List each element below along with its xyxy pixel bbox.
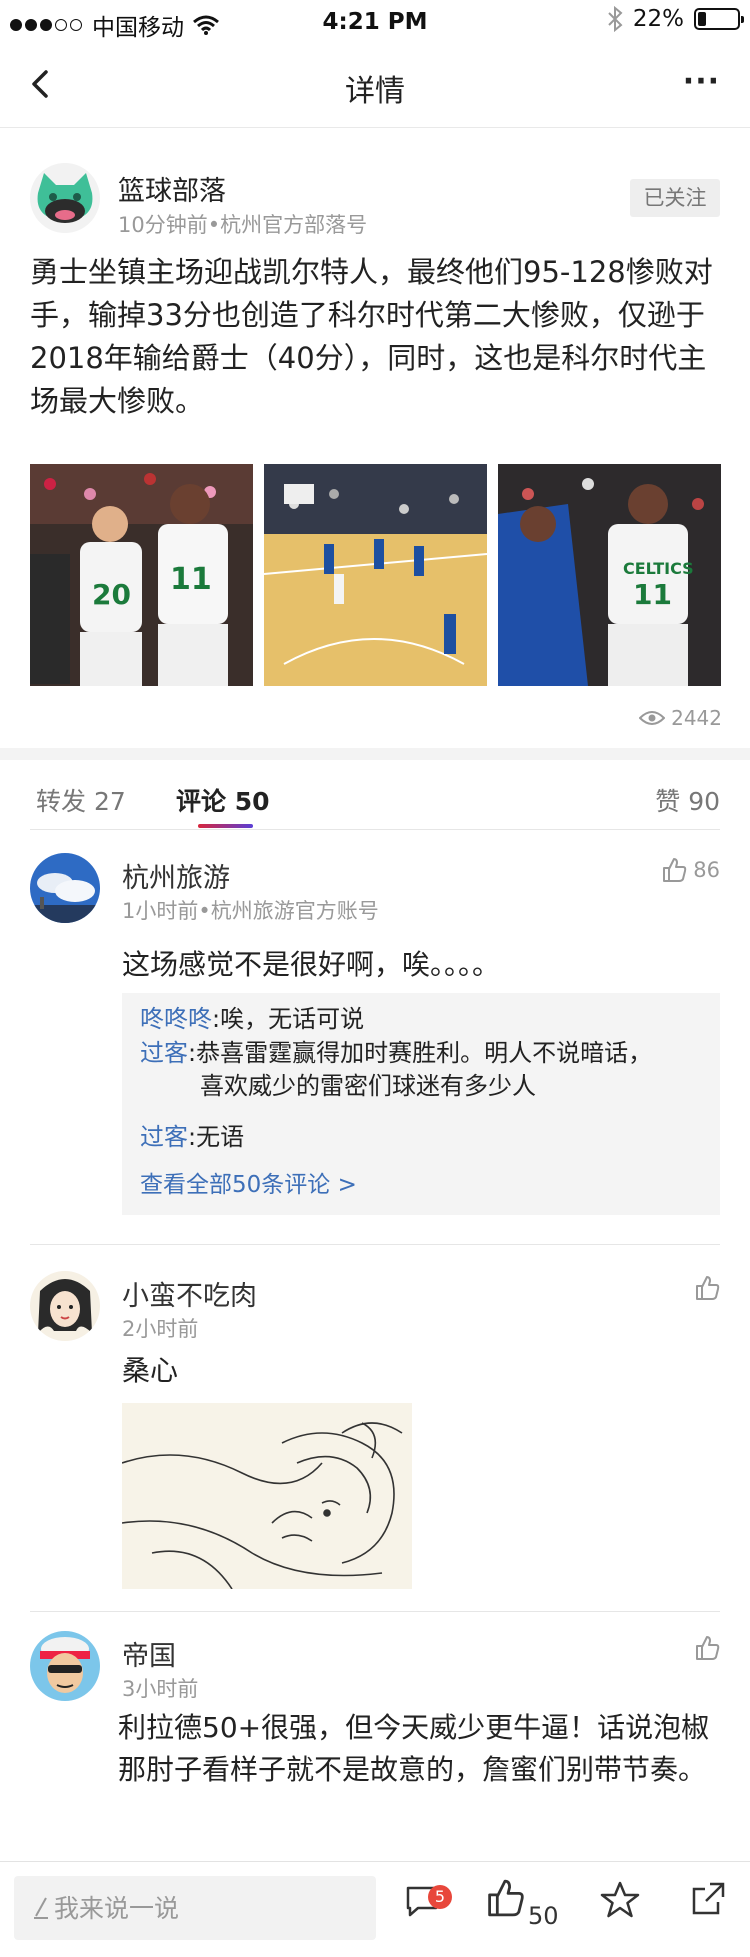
- comment-like-button[interactable]: [694, 1275, 720, 1301]
- author-avatar[interactable]: [30, 163, 100, 233]
- comment-time: 1小时前•杭州旅游官方账号: [122, 899, 379, 923]
- like-count: 50: [528, 1902, 559, 1930]
- comment-input-box[interactable]: [14, 1876, 376, 1940]
- post-author: 篮球部落 10分钟前•杭州官方部落号 已关注: [30, 163, 720, 238]
- post-meta: 10分钟前•杭州官方部落号: [118, 213, 368, 237]
- eye-icon: [639, 711, 666, 725]
- svg-text:11: 11: [633, 578, 672, 611]
- reply-item: 过客:无语: [140, 1121, 700, 1154]
- comment-item: 杭州旅游 1小时前•杭州旅游官方账号 86 这场感觉不是很好啊，唉。。。。 咚咚…: [30, 853, 720, 1223]
- view-all-comments-link[interactable]: 查看全部50条评论 >: [140, 1165, 357, 1199]
- post-photos: 20 11 CELTICS 11: [30, 464, 722, 686]
- tab-like-label: 赞: [655, 787, 681, 816]
- commenter-avatar[interactable]: [30, 1271, 100, 1341]
- reply-preview-box[interactable]: 咚咚咚:唉，无话可说 过客:恭喜雷霆赢得加时赛胜利。明人不说暗话， 喜欢威少的雷…: [122, 993, 720, 1215]
- tab-repost-count: 27: [93, 787, 126, 816]
- comment-like-button[interactable]: [694, 1635, 720, 1661]
- post-photo[interactable]: CELTICS 11: [498, 464, 721, 686]
- tab-repost[interactable]: 转发 27: [36, 782, 126, 818]
- svg-text:CELTICS: CELTICS: [623, 559, 694, 578]
- reply-text: :恭喜雷霆赢得加时赛胜利。明人不说暗话，: [188, 1039, 653, 1067]
- section-divider: [0, 748, 750, 760]
- bluetooth-icon: [608, 6, 623, 32]
- star-icon[interactable]: [600, 1880, 640, 1920]
- reply-text-continued: 喜欢威少的雷密们球迷有多少人: [200, 1072, 536, 1100]
- comment-divider: [30, 1244, 720, 1245]
- tab-like[interactable]: 赞 90: [655, 782, 720, 818]
- commenter-name[interactable]: 杭州旅游: [122, 856, 230, 895]
- comment-item: 帝国 3小时前 利拉德50+很强，但今天威少更牛逼！话说泡椒那肘子看样子就不是故…: [30, 1631, 720, 1851]
- thumbs-up-icon: [696, 1636, 720, 1660]
- svg-text:20: 20: [92, 578, 131, 611]
- bottom-action-bar: 5 50: [0, 1861, 750, 1957]
- comment-text: 这场感觉不是很好啊，唉。。。。: [122, 948, 501, 981]
- thumbs-up-icon: [663, 858, 687, 882]
- post-text: 勇士坐镇主场迎战凯尔特人，最终他们95-128惨败对手，输掉33分也创造了科尔时…: [30, 255, 713, 418]
- tab-comment-count: 50: [234, 787, 270, 816]
- reply-item: 过客:恭喜雷霆赢得加时赛胜利。明人不说暗话， 喜欢威少的雷密们球迷有多少人: [140, 1037, 700, 1103]
- reply-text: :唉，无话可说: [212, 1005, 365, 1033]
- follow-button[interactable]: 已关注: [630, 179, 720, 217]
- commenter-name[interactable]: 小蛮不吃肉: [122, 1274, 257, 1313]
- navigation-bar: 详情 ···: [0, 42, 750, 128]
- reply-author[interactable]: 咚咚咚: [140, 1005, 212, 1033]
- svg-text:11: 11: [170, 562, 212, 597]
- comment-image[interactable]: [122, 1403, 412, 1589]
- reply-author[interactable]: 过客: [140, 1123, 188, 1151]
- tabs-divider: [30, 829, 720, 830]
- view-count: 2442: [639, 706, 722, 730]
- thumbs-up-icon[interactable]: [485, 1878, 525, 1918]
- post-photo[interactable]: [264, 464, 487, 686]
- thumbs-up-icon: [696, 1276, 720, 1300]
- comment-count-badge: 5: [428, 1885, 452, 1909]
- reply-text: :无语: [188, 1123, 245, 1151]
- pencil-icon: [34, 1897, 48, 1919]
- comment-text: 利拉德50+很强，但今天威少更牛逼！话说泡椒那肘子看样子就不是故意的，詹蜜们别带…: [118, 1711, 710, 1786]
- tab-repost-label: 转发: [36, 787, 87, 816]
- view-count-value: 2442: [671, 706, 722, 730]
- commenter-name[interactable]: 帝国: [122, 1634, 176, 1673]
- share-icon[interactable]: [690, 1880, 728, 1918]
- active-tab-indicator: [198, 824, 253, 828]
- comment-like-count: 86: [693, 858, 720, 882]
- status-bar: 中国移动 4:21 PM 22%: [0, 0, 750, 42]
- comment-input[interactable]: [54, 1888, 354, 1928]
- comment-like-button[interactable]: 86: [661, 857, 720, 883]
- commenter-avatar[interactable]: [30, 1631, 100, 1701]
- author-name[interactable]: 篮球部落: [118, 169, 226, 208]
- battery-percent: 22%: [632, 6, 684, 32]
- comment-divider: [30, 1611, 720, 1612]
- tab-comment-label: 评论: [176, 787, 227, 816]
- commenter-avatar[interactable]: [30, 853, 100, 923]
- page-title: 详情: [345, 74, 405, 109]
- comment-item: 小蛮不吃肉 2小时前 桑心: [30, 1271, 720, 1631]
- interaction-tabs: 转发 27 评论 50 赞 90: [0, 760, 750, 830]
- reply-item: 咚咚咚:唉，无话可说: [140, 1003, 700, 1036]
- comment-time: 2小时前: [122, 1317, 199, 1341]
- post-photo[interactable]: 20 11: [30, 464, 253, 686]
- battery-icon: [694, 8, 744, 30]
- more-options-icon[interactable]: ···: [683, 64, 720, 99]
- comment-text: 桑心: [122, 1354, 179, 1387]
- reply-author[interactable]: 过客: [140, 1039, 188, 1067]
- comment-time: 3小时前: [122, 1677, 199, 1701]
- tab-like-count: 90: [688, 787, 720, 816]
